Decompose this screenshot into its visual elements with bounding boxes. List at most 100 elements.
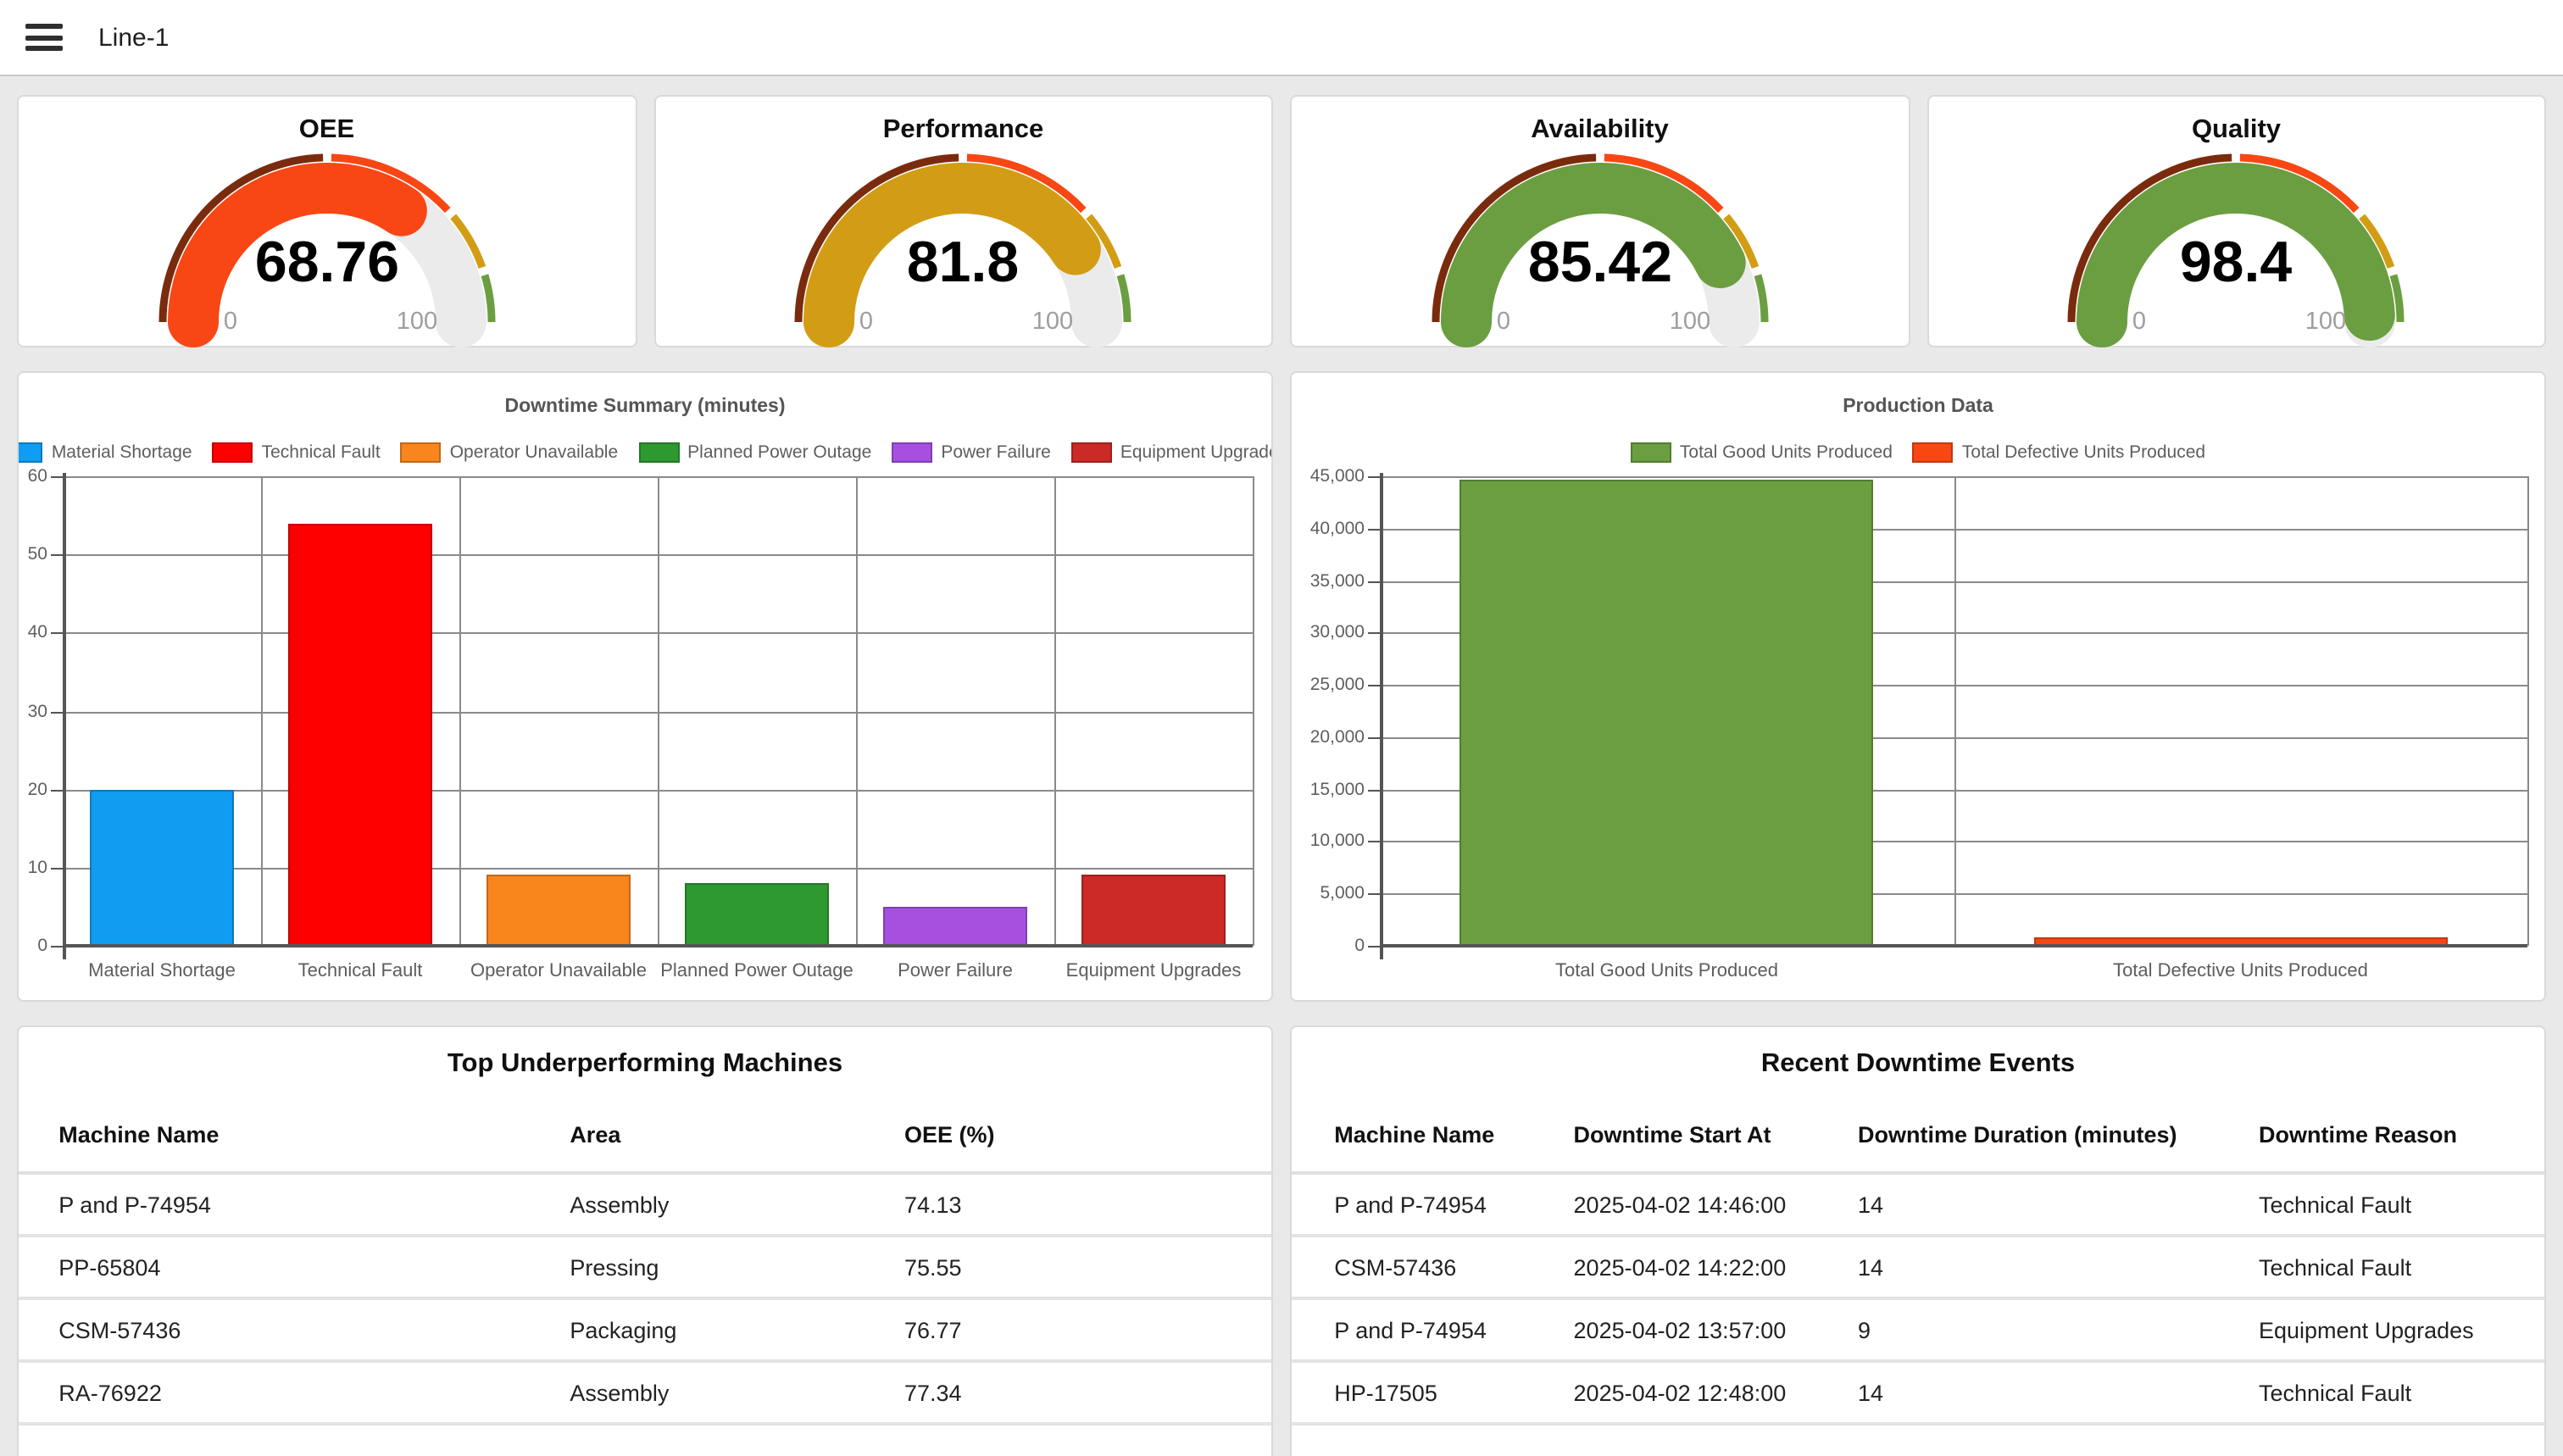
table-cell: HP-17505 bbox=[1334, 1380, 1437, 1405]
bar-material-shortage[interactable] bbox=[91, 789, 233, 946]
legend-item-operator-unavailable: Operator Unavailable bbox=[401, 442, 618, 463]
table-cell: 76.77 bbox=[904, 1317, 962, 1342]
y-axis-tick bbox=[1368, 476, 1380, 478]
legend-label: Equipment Upgrades bbox=[1120, 442, 1273, 463]
table-cell: 14 bbox=[1858, 1192, 1883, 1217]
bar-planned-power-outage[interactable] bbox=[686, 883, 828, 946]
table-cell: 14 bbox=[1858, 1380, 1883, 1405]
gauge-oee: 68.760100 bbox=[139, 132, 515, 349]
category-separator bbox=[1253, 476, 1254, 946]
legend-item-power-failure: Power Failure bbox=[892, 442, 1051, 463]
table-cell: 77.34 bbox=[904, 1380, 962, 1405]
legend-swatch bbox=[1913, 442, 1954, 463]
y-axis-tick bbox=[51, 868, 63, 870]
gauge-value: 85.42 bbox=[1527, 230, 1671, 294]
top-underperforming-machines-table: Top Underperforming Machines Machine Nam… bbox=[17, 1025, 1273, 1456]
category-separator bbox=[261, 476, 263, 946]
y-axis-tick bbox=[1368, 946, 1380, 948]
table-row-section: Top Underperforming Machines Machine Nam… bbox=[17, 1025, 2546, 1456]
legend-swatch bbox=[892, 442, 932, 463]
legend-item-planned-power-outage: Planned Power Outage bbox=[638, 442, 871, 463]
table-cell: 75.55 bbox=[904, 1254, 962, 1280]
y-axis-line bbox=[1380, 473, 1383, 959]
table-cell: Assembly bbox=[570, 1192, 669, 1217]
table-row: P and P-749542025-04-02 14:46:0014Techni… bbox=[1292, 1175, 2544, 1237]
y-axis-tick bbox=[1368, 893, 1380, 895]
y-axis-tick bbox=[1368, 581, 1380, 582]
x-axis-label: Technical Fault bbox=[261, 961, 459, 981]
table-title: Recent Downtime Events bbox=[1292, 1049, 2544, 1080]
column-header-area: Area bbox=[570, 1122, 620, 1148]
gauge-card-oee: OEE 68.760100 bbox=[17, 95, 637, 347]
table-row: P and P-74954Assembly74.13 bbox=[19, 1175, 1271, 1237]
legend-swatch bbox=[213, 442, 253, 463]
gauge-quality: 98.4 0 100 bbox=[2049, 132, 2425, 349]
y-axis-label: 10 bbox=[22, 856, 47, 880]
column-header-downtime-start-at: Downtime Start At bbox=[1574, 1122, 1771, 1148]
legend-label: Total Good Units Produced bbox=[1680, 442, 1893, 463]
gauge-value: 68.76 bbox=[254, 230, 398, 294]
table-row: P and P-749542025-04-02 13:57:009Equipme… bbox=[1292, 1300, 2544, 1363]
category-separator bbox=[1054, 476, 1056, 946]
category-separator bbox=[2527, 476, 2529, 946]
x-axis-label: Material Shortage bbox=[63, 961, 261, 981]
y-axis-tick bbox=[51, 633, 63, 635]
recent-downtime-events-table: Recent Downtime Events Machine Name Downt… bbox=[1290, 1025, 2546, 1456]
legend-item-total-good-units-produced: Total Good Units Produced bbox=[1631, 442, 1893, 463]
data-table: Machine Name Downtime Start At Downtime Du… bbox=[1292, 1080, 2544, 1425]
chart-legend: Total Good Units ProducedTotal Defective… bbox=[1292, 442, 2544, 463]
category-separator bbox=[459, 476, 461, 946]
y-axis-line bbox=[63, 473, 66, 959]
gauge-max-label: 100 bbox=[1669, 308, 1710, 335]
table-title: Top Underperforming Machines bbox=[19, 1049, 1271, 1080]
gauge-max-label: 100 bbox=[1032, 308, 1073, 335]
table-cell: Technical Fault bbox=[2259, 1254, 2411, 1280]
table-header-row: Machine Name Downtime Start At Downtime Du… bbox=[1292, 1080, 2544, 1175]
gauge-value: 98.4 bbox=[2180, 230, 2293, 294]
gauge-max-label: 100 bbox=[396, 308, 436, 335]
table-cell: 2025-04-02 12:48:00 bbox=[1574, 1380, 1787, 1405]
column-header-oee: OEE (%) bbox=[904, 1122, 995, 1148]
legend-label: Technical Fault bbox=[262, 442, 381, 463]
y-axis-label: 40 bbox=[22, 621, 47, 645]
x-axis-label: Total Good Units Produced bbox=[1380, 961, 1954, 981]
table-row: CSM-574362025-04-02 14:22:0014Technical … bbox=[1292, 1237, 2544, 1300]
column-header-downtime-reason: Downtime Reason bbox=[2259, 1122, 2457, 1148]
y-axis-label: 25,000 bbox=[1295, 673, 1365, 697]
y-axis-label: 0 bbox=[22, 934, 47, 958]
table-cell: 14 bbox=[1858, 1254, 1883, 1280]
bar-technical-fault[interactable] bbox=[289, 523, 431, 946]
y-axis-tick bbox=[1368, 685, 1380, 686]
column-header-machine-name: Machine Name bbox=[58, 1122, 219, 1148]
table-row: PP-65804Pressing75.55 bbox=[19, 1237, 1271, 1300]
bar-power-failure[interactable] bbox=[884, 907, 1026, 946]
legend-item-technical-fault: Technical Fault bbox=[213, 442, 381, 463]
column-header-machine-name: Machine Name bbox=[1334, 1122, 1494, 1148]
y-axis-tick bbox=[1368, 737, 1380, 739]
menu-icon[interactable] bbox=[25, 24, 63, 51]
legend-swatch bbox=[638, 442, 679, 463]
table-row: CSM-57436Packaging76.77 bbox=[19, 1300, 1271, 1363]
bar-total-good-units-produced[interactable] bbox=[1460, 480, 1873, 946]
table-cell: P and P-74954 bbox=[1334, 1192, 1487, 1217]
chart-title: Production Data bbox=[1292, 397, 2544, 417]
y-axis-tick bbox=[1368, 633, 1380, 635]
table-cell: P and P-74954 bbox=[1334, 1317, 1487, 1342]
y-axis-tick bbox=[51, 711, 63, 713]
gauge-max-label: 100 bbox=[2305, 308, 2346, 335]
bar-operator-unavailable[interactable] bbox=[487, 875, 630, 946]
y-axis-tick bbox=[1368, 842, 1380, 843]
legend-label: Material Shortage bbox=[52, 442, 192, 463]
y-axis-tick bbox=[51, 946, 63, 948]
data-table: Machine Name Area OEE (%) P and P-74954Asse… bbox=[19, 1080, 1271, 1425]
gauge-min-label: 0 bbox=[2132, 308, 2146, 335]
y-axis-tick bbox=[1368, 789, 1380, 791]
table-cell: CSM-57436 bbox=[58, 1317, 181, 1342]
table-cell: RA-76922 bbox=[58, 1380, 162, 1405]
top-bar: Line-1 bbox=[0, 0, 2563, 76]
bar-equipment-upgrades[interactable] bbox=[1082, 875, 1225, 946]
x-axis-label: Equipment Upgrades bbox=[1054, 961, 1253, 981]
legend-swatch bbox=[401, 442, 442, 463]
legend-swatch bbox=[17, 442, 43, 463]
column-header-downtime-duration-minutes: Downtime Duration (minutes) bbox=[1858, 1122, 2177, 1148]
